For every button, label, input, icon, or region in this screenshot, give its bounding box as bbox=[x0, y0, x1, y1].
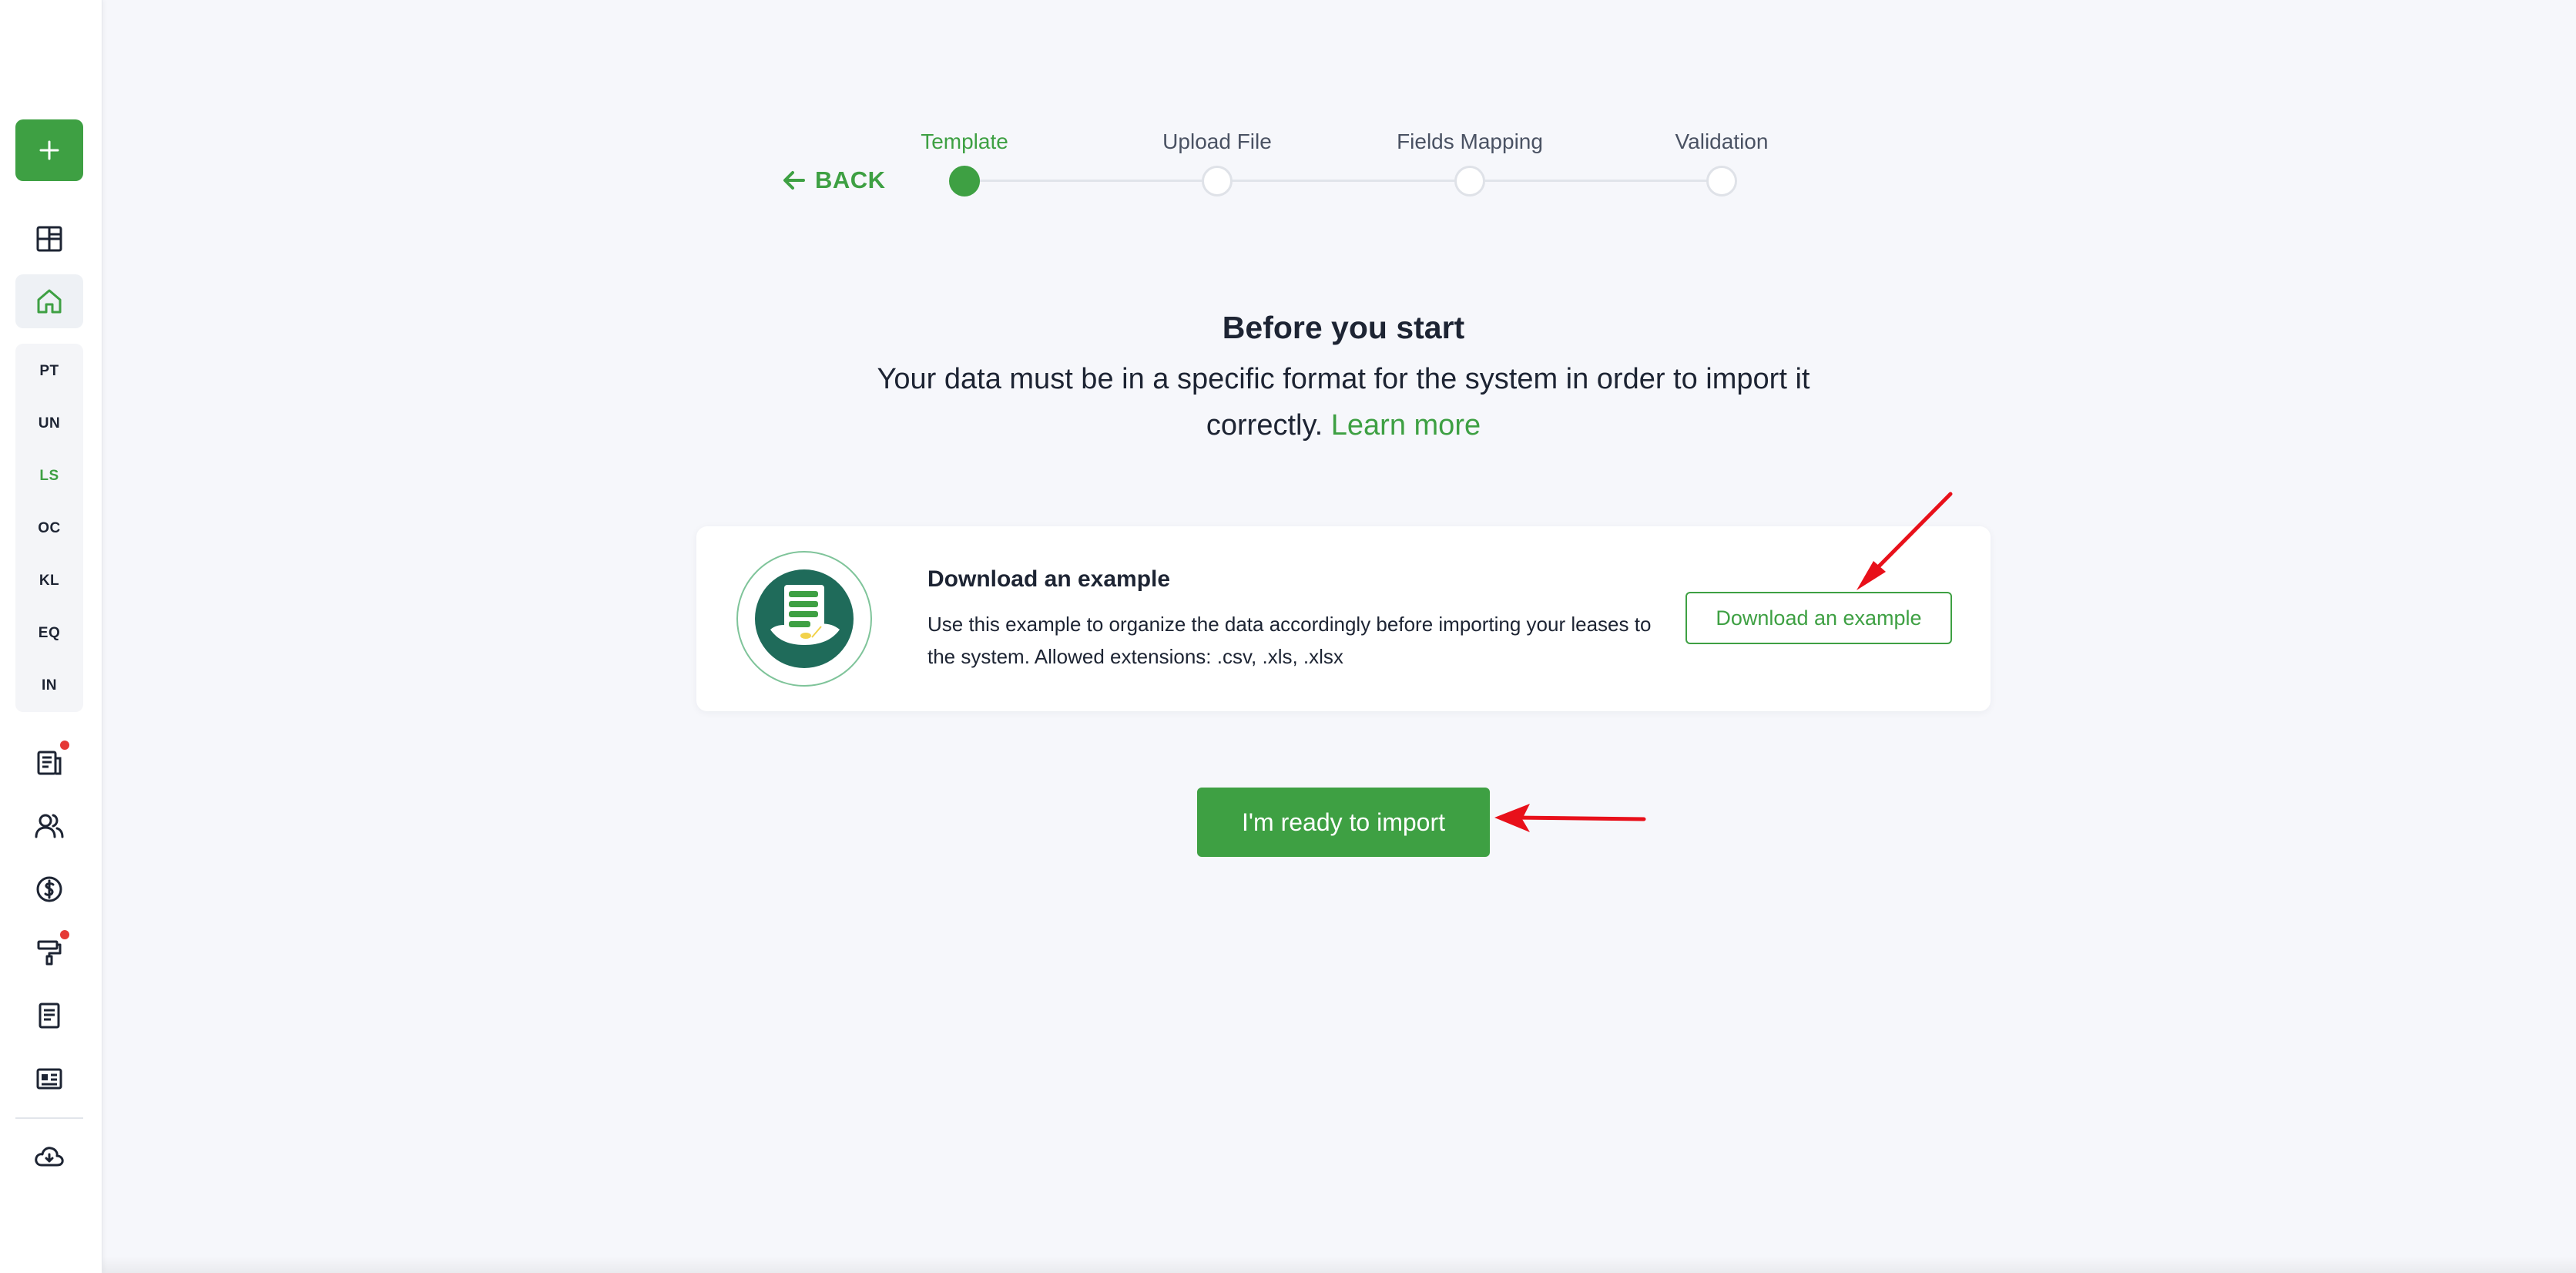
step-dot-template bbox=[949, 166, 980, 196]
step-label-upload-file: Upload File bbox=[1162, 129, 1272, 153]
bottom-shade bbox=[102, 1256, 2576, 1273]
page-title: Before you start bbox=[1222, 310, 1465, 345]
card-title: Download an example bbox=[927, 566, 1171, 592]
sidebar-item-in[interactable]: IN bbox=[15, 663, 83, 709]
back-link[interactable]: BACK bbox=[783, 166, 886, 194]
annotation-arrow-import bbox=[1494, 804, 1646, 832]
sidebar-item-dashboard[interactable] bbox=[15, 212, 83, 266]
sidebar-item-users[interactable] bbox=[15, 799, 83, 853]
sidebar-item-documents[interactable] bbox=[15, 736, 83, 790]
paint-roller-icon bbox=[37, 940, 62, 966]
sidebar-item-contacts[interactable] bbox=[15, 1052, 83, 1106]
sidebar: PT UN LS OC KL EQ IN bbox=[0, 0, 102, 1273]
intro-text: Your data must be in a specific format f… bbox=[832, 356, 1855, 448]
sidebar-item-pt[interactable]: PT bbox=[15, 348, 83, 395]
users-icon bbox=[35, 814, 64, 838]
sidebar-item-finance[interactable] bbox=[15, 862, 83, 916]
dashboard-icon bbox=[36, 226, 62, 252]
spreadsheet-illustration-icon bbox=[736, 551, 872, 687]
learn-more-link[interactable]: Learn more bbox=[1331, 409, 1481, 442]
example-card: Download an example Use this example to … bbox=[696, 526, 1991, 711]
sidebar-item-oc[interactable]: OC bbox=[15, 506, 83, 552]
dollar-icon bbox=[36, 876, 62, 902]
back-label: BACK bbox=[815, 166, 886, 193]
report-icon bbox=[39, 1003, 60, 1029]
sidebar-divider bbox=[15, 1117, 83, 1119]
step-dot-fields-mapping bbox=[1454, 166, 1485, 196]
sidebar-item-reports[interactable] bbox=[15, 989, 83, 1043]
sidebar-item-maintenance[interactable] bbox=[15, 925, 83, 979]
step-dot-validation bbox=[1706, 166, 1737, 196]
notification-dot bbox=[60, 741, 69, 750]
sidebar-abbreviation-group: PT UN LS OC KL EQ IN bbox=[15, 344, 83, 712]
ready-to-import-button[interactable]: I'm ready to import bbox=[1197, 788, 1490, 857]
sidebar-item-eq[interactable]: EQ bbox=[15, 610, 83, 657]
cloud-download-icon bbox=[35, 1147, 64, 1167]
sidebar-item-ls[interactable]: LS bbox=[15, 453, 83, 499]
step-label-validation: Validation bbox=[1675, 129, 1769, 153]
step-dot-upload-file bbox=[1202, 166, 1233, 196]
plus-icon bbox=[39, 140, 59, 160]
card-description: Use this example to organize the data ac… bbox=[927, 613, 1652, 668]
arrow-left-icon bbox=[783, 171, 805, 190]
sidebar-item-un[interactable]: UN bbox=[15, 401, 83, 447]
sidebar-item-import[interactable] bbox=[15, 1130, 83, 1184]
notification-dot bbox=[60, 930, 69, 939]
step-label-fields-mapping: Fields Mapping bbox=[1397, 129, 1543, 153]
document-icon bbox=[37, 751, 62, 775]
stepper-track bbox=[964, 180, 1722, 182]
sidebar-item-kl[interactable]: KL bbox=[15, 558, 83, 604]
add-button[interactable] bbox=[15, 119, 83, 181]
step-label-template: Template bbox=[921, 129, 1008, 153]
id-card-icon bbox=[36, 1068, 62, 1090]
download-example-button[interactable]: Download an example bbox=[1685, 592, 1952, 644]
